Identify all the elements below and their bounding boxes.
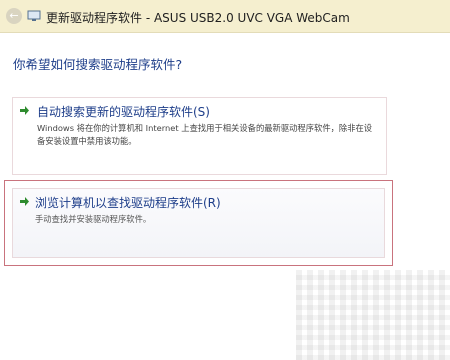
browse-computer-option[interactable]: 浏览计算机以查找驱动程序软件(R) 手动查找并安装驱动程序软件。 [4, 180, 393, 266]
title-bar: ← 更新驱动程序软件 - ASUS USB2.0 UVC VGA WebCam [0, 0, 450, 33]
green-arrow-icon [20, 197, 29, 206]
auto-search-option-description: Windows 将在你的计算机和 Internet 上查找用于相关设备的最新驱动… [37, 123, 373, 146]
browse-computer-option-title[interactable]: 浏览计算机以查找驱动程序软件(R) [35, 194, 221, 211]
browse-computer-option-highlight: 浏览计算机以查找驱动程序软件(R) 手动查找并安装驱动程序软件。 [12, 188, 385, 258]
window-title: 更新驱动程序软件 - ASUS USB2.0 UVC VGA WebCam [46, 11, 350, 25]
green-arrow-icon [20, 106, 29, 115]
auto-search-option[interactable]: 自动搜索更新的驱动程序软件(S) Windows 将在你的计算机和 Intern… [12, 97, 387, 175]
auto-search-option-title[interactable]: 自动搜索更新的驱动程序软件(S) [37, 103, 210, 120]
search-question-heading: 你希望如何搜索驱动程序软件? [13, 57, 183, 72]
pixelated-watermark [296, 270, 450, 360]
browse-computer-option-description: 手动查找并安装驱动程序软件。 [35, 214, 152, 224]
webcam-device-icon [27, 10, 41, 21]
back-arrow-icon[interactable]: ← [6, 8, 22, 24]
